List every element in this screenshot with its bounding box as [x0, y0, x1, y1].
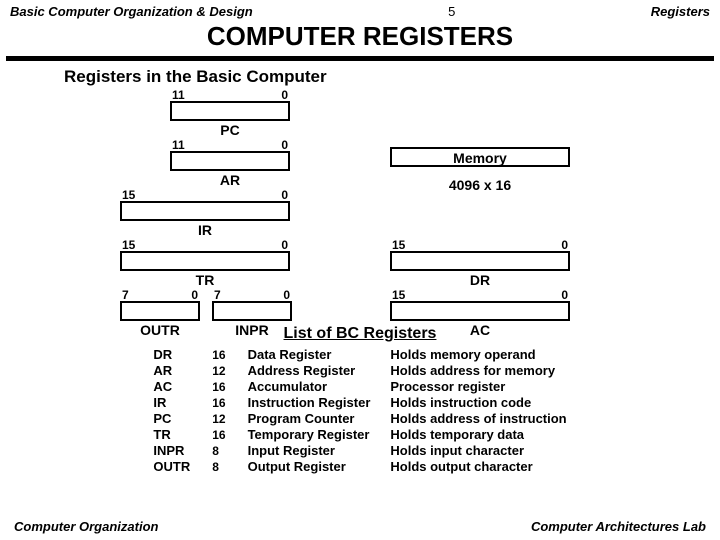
- ac-box: [390, 301, 570, 321]
- reg-abbr: IR: [143, 395, 200, 411]
- inpr-label: INPR: [212, 322, 292, 338]
- reg-name: Instruction Register: [238, 395, 381, 411]
- reg-desc: Holds address for memory: [380, 363, 576, 379]
- footer-left: Computer Organization: [14, 519, 158, 534]
- tr-lo: 0: [281, 239, 288, 251]
- page-title: COMPUTER REGISTERS: [0, 21, 720, 52]
- reg-abbr: AC: [143, 379, 200, 395]
- pc-box: [170, 101, 290, 121]
- header-left: Basic Computer Organization & Design: [10, 4, 253, 19]
- reg-name: Input Register: [238, 443, 381, 459]
- ac-hi: 15: [392, 289, 405, 301]
- pc-hi: 11: [172, 89, 185, 101]
- memory-box: Memory: [390, 147, 570, 167]
- reg-width: 12: [202, 363, 235, 379]
- ac-label: AC: [390, 322, 570, 338]
- outr-box: [120, 301, 200, 321]
- dr-hi: 15: [392, 239, 405, 251]
- memory-unit: Memory 4096 x 16: [390, 147, 570, 193]
- inpr-lo: 0: [283, 289, 290, 301]
- slide-footer: Computer Organization Computer Architect…: [0, 519, 720, 534]
- outr-unit: 7 0 OUTR: [120, 289, 200, 338]
- slide-number: 5: [448, 4, 455, 19]
- reg-name: Accumulator: [238, 379, 381, 395]
- table-row: AR12Address RegisterHolds address for me…: [143, 363, 576, 379]
- reg-name: Data Register: [238, 347, 381, 363]
- ac-unit: 15 0 AC: [390, 289, 570, 338]
- reg-abbr: PC: [143, 411, 200, 427]
- table-row: DR16Data RegisterHolds memory operand: [143, 347, 576, 363]
- pc-label: PC: [170, 122, 290, 138]
- ac-lo: 0: [561, 289, 568, 301]
- dr-box: [390, 251, 570, 271]
- reg-abbr: INPR: [143, 443, 200, 459]
- reg-desc: Holds output character: [380, 459, 576, 475]
- list-header: List of BC Registers: [0, 325, 720, 343]
- register-list-table: DR16Data RegisterHolds memory operandAR1…: [143, 347, 576, 475]
- reg-name: Temporary Register: [238, 427, 381, 443]
- table-row: INPR8Input RegisterHolds input character: [143, 443, 576, 459]
- ir-unit: 15 0 IR: [120, 189, 290, 238]
- ir-lo: 0: [281, 189, 288, 201]
- dr-lo: 0: [561, 239, 568, 251]
- reg-desc: Holds temporary data: [380, 427, 576, 443]
- reg-width: 12: [202, 411, 235, 427]
- reg-abbr: DR: [143, 347, 200, 363]
- ar-box: [170, 151, 290, 171]
- table-row: IR16Instruction RegisterHolds instructio…: [143, 395, 576, 411]
- reg-abbr: OUTR: [143, 459, 200, 475]
- table-row: PC12Program CounterHolds address of inst…: [143, 411, 576, 427]
- dr-label: DR: [390, 272, 570, 288]
- tr-unit: 15 0 TR: [120, 239, 290, 288]
- header-right: Registers: [651, 4, 710, 19]
- reg-width: 16: [202, 347, 235, 363]
- footer-right: Computer Architectures Lab: [531, 519, 706, 534]
- outr-lo: 0: [191, 289, 198, 301]
- reg-desc: Holds input character: [380, 443, 576, 459]
- inpr-box: [212, 301, 292, 321]
- reg-abbr: TR: [143, 427, 200, 443]
- ir-hi: 15: [122, 189, 135, 201]
- title-underline: [6, 56, 714, 61]
- ar-lo: 0: [281, 139, 288, 151]
- reg-width: 8: [202, 459, 235, 475]
- ir-box: [120, 201, 290, 221]
- inpr-hi: 7: [214, 289, 221, 301]
- tr-box: [120, 251, 290, 271]
- reg-desc: Holds address of instruction: [380, 411, 576, 427]
- inpr-unit: 7 0 INPR: [212, 289, 292, 338]
- ir-label: IR: [120, 222, 290, 238]
- section-subtitle: Registers in the Basic Computer: [64, 67, 720, 87]
- outr-label: OUTR: [120, 322, 200, 338]
- reg-width: 16: [202, 379, 235, 395]
- pc-lo: 0: [281, 89, 288, 101]
- outr-hi: 7: [122, 289, 129, 301]
- reg-desc: Processor register: [380, 379, 576, 395]
- reg-width: 16: [202, 427, 235, 443]
- reg-name: Program Counter: [238, 411, 381, 427]
- register-diagram: 110 PC 110 AR 150 IR 150 TR 70 OUTR 70 I…: [70, 89, 670, 319]
- reg-name: Output Register: [238, 459, 381, 475]
- table-row: TR16Temporary RegisterHolds temporary da…: [143, 427, 576, 443]
- tr-label: TR: [120, 272, 290, 288]
- table-row: AC16AccumulatorProcessor register: [143, 379, 576, 395]
- reg-desc: Holds instruction code: [380, 395, 576, 411]
- tr-hi: 15: [122, 239, 135, 251]
- table-row: OUTR8Output RegisterHolds output charact…: [143, 459, 576, 475]
- dr-unit: 15 0 DR: [390, 239, 570, 288]
- slide-header: Basic Computer Organization & Design 5 R…: [0, 0, 720, 19]
- reg-abbr: AR: [143, 363, 200, 379]
- ar-label: AR: [170, 172, 290, 188]
- memory-size: 4096 x 16: [390, 177, 570, 193]
- pc-unit: 11 0 PC: [170, 89, 290, 138]
- ar-hi: 11: [172, 139, 185, 151]
- reg-desc: Holds memory operand: [380, 347, 576, 363]
- reg-width: 8: [202, 443, 235, 459]
- reg-name: Address Register: [238, 363, 381, 379]
- reg-width: 16: [202, 395, 235, 411]
- ar-unit: 11 0 AR: [170, 139, 290, 188]
